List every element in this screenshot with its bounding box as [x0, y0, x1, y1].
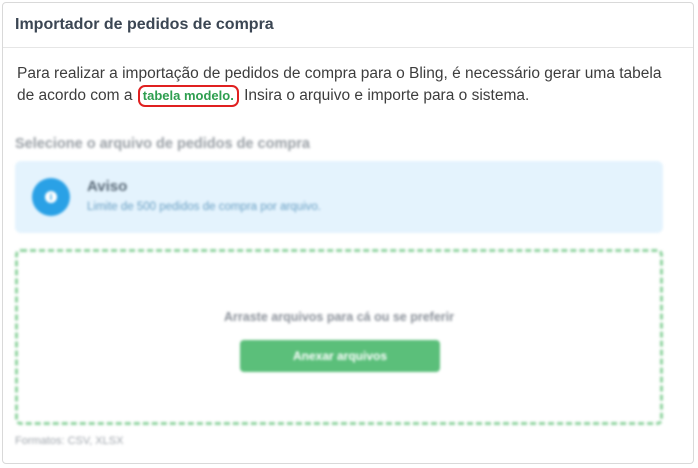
attach-files-button[interactable]: Anexar arquivos	[240, 340, 440, 372]
file-dropzone[interactable]: Arraste arquivos para cá ou se preferir …	[15, 249, 663, 425]
intro-text-after: Insira o arquivo e importe para o sistem…	[244, 87, 530, 104]
section-label: Selecione o arquivo de pedidos de compra	[15, 136, 310, 152]
info-icon: i	[32, 178, 70, 216]
notice-title: Aviso	[87, 178, 128, 195]
notice-text: Limite de 500 pedidos de compra por arqu…	[87, 201, 321, 213]
page-title: Importador de pedidos de compra	[15, 16, 274, 33]
dropzone-text: Arraste arquivos para cá ou se preferir	[224, 310, 454, 324]
supported-formats: Formatos: CSV, XLSX	[15, 435, 124, 447]
template-table-link[interactable]: tabela modelo.	[137, 85, 239, 107]
header-divider	[3, 47, 693, 48]
notice-box: i Aviso Limite de 500 pedidos de compra …	[15, 161, 663, 233]
intro-paragraph: Para realizar a importação de pedidos de…	[17, 63, 677, 107]
importer-panel: Importador de pedidos de compra Para rea…	[2, 2, 694, 464]
